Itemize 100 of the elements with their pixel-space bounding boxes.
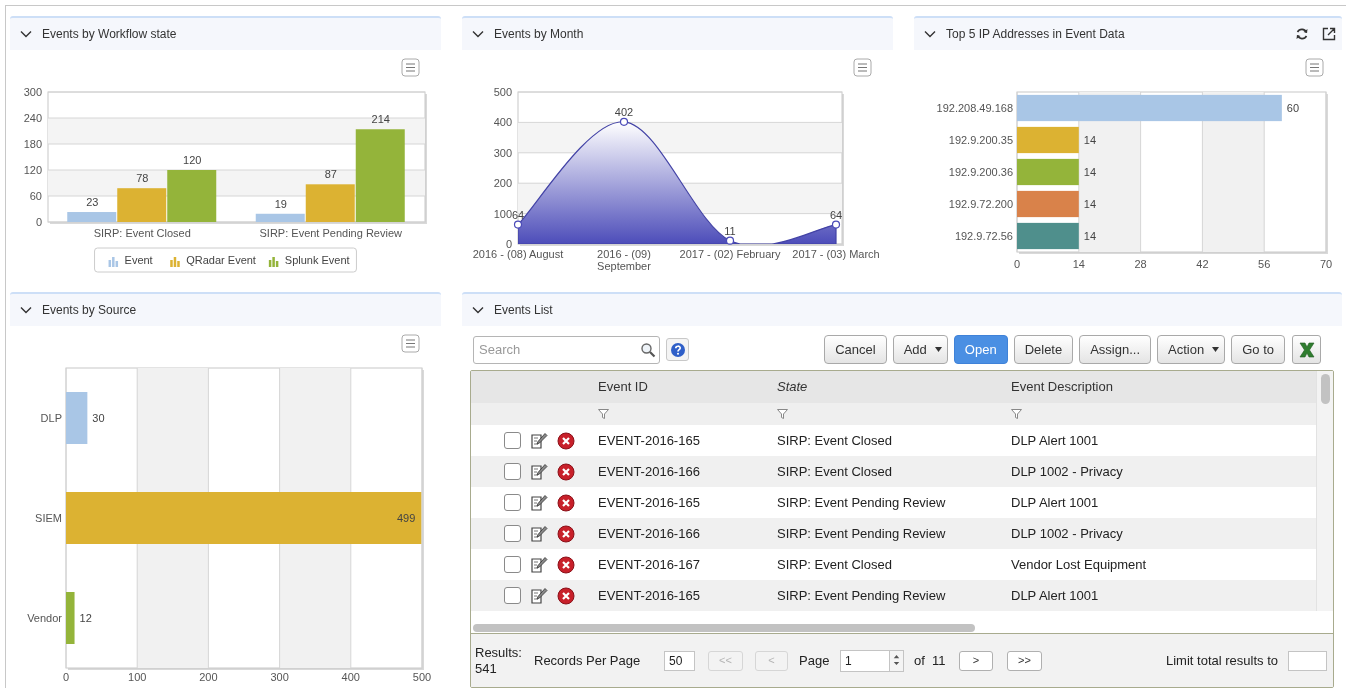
checkbox[interactable] xyxy=(504,587,521,604)
table-cell-text: DLP Alert 1001 xyxy=(1011,431,1099,450)
help-button[interactable] xyxy=(666,338,689,361)
axis-label: 100 xyxy=(128,671,147,683)
data-label: 214 xyxy=(371,113,390,126)
axis-label: Vendor xyxy=(27,612,62,624)
axis-label: 192.9.72.56 xyxy=(954,230,1013,242)
delete-icon[interactable] xyxy=(557,555,575,574)
page-field[interactable]: 1 xyxy=(840,649,890,672)
export-button[interactable] xyxy=(1292,335,1321,364)
limit-field[interactable] xyxy=(1288,650,1327,671)
button[interactable]: Go to xyxy=(1231,335,1285,364)
data-label: 499 xyxy=(396,512,416,524)
caret-icon xyxy=(1212,347,1220,352)
legend-label: Splunk Event xyxy=(284,254,350,266)
legend-label: QRadar Event xyxy=(186,254,256,266)
delete-icon[interactable] xyxy=(557,462,575,481)
chevron-down-icon[interactable] xyxy=(20,306,32,314)
checkbox[interactable] xyxy=(504,556,521,573)
axis-label: 60 xyxy=(29,190,42,202)
table-cell-text: EVENT-2016-165 xyxy=(598,493,700,512)
edit-icon[interactable] xyxy=(530,493,548,512)
button[interactable]: Cancel xyxy=(824,335,887,364)
checkbox[interactable] xyxy=(504,494,521,511)
menu-button[interactable] xyxy=(1305,58,1324,77)
data-label: 78 xyxy=(136,172,149,185)
axis-label: 2016 - (09) September xyxy=(597,248,651,272)
checkbox[interactable] xyxy=(504,525,521,542)
table-cell-text: EVENT-2016-166 xyxy=(598,524,700,543)
menu-button[interactable] xyxy=(853,58,872,77)
panel-title: Events List xyxy=(494,302,553,319)
panel-title: Events by Workflow state xyxy=(42,26,177,43)
edit-icon[interactable] xyxy=(530,524,548,543)
axis-label: 200 xyxy=(493,177,512,190)
chevron-down-icon[interactable] xyxy=(472,306,484,314)
delete-icon[interactable] xyxy=(557,524,575,543)
axis-label: 28 xyxy=(1134,258,1147,270)
axis-label: 400 xyxy=(341,671,360,683)
axis-label: 200 xyxy=(199,671,218,683)
data-label: 87 xyxy=(324,168,337,181)
axis-label: 300 xyxy=(493,146,512,159)
filter-icon[interactable] xyxy=(1011,409,1022,419)
edit-icon[interactable] xyxy=(530,586,548,605)
checkbox[interactable] xyxy=(504,463,521,480)
button[interactable]: Assign... xyxy=(1079,335,1152,364)
records-label: Records Per Page xyxy=(534,651,642,670)
axis-label: 14 xyxy=(1072,258,1085,270)
menu-button[interactable] xyxy=(401,58,420,77)
checkbox[interactable] xyxy=(504,432,521,449)
data-label: 19 xyxy=(274,197,287,210)
pager-button[interactable]: > xyxy=(959,650,993,671)
refresh-icon[interactable] xyxy=(1295,27,1309,41)
menu-button[interactable] xyxy=(401,334,420,353)
search-field[interactable]: Search xyxy=(473,335,660,364)
data-label: 14 xyxy=(1083,198,1097,210)
dropdown-button[interactable]: Action xyxy=(1157,335,1226,364)
search-icon[interactable] xyxy=(640,341,656,358)
chevron-down-icon[interactable] xyxy=(20,30,32,38)
bar xyxy=(1017,190,1079,218)
table-cell-text: EVENT-2016-165 xyxy=(598,431,700,450)
results-count: 541 xyxy=(475,660,498,677)
axis-label: 300 xyxy=(23,86,42,98)
column-header[interactable]: Event Description xyxy=(1011,377,1113,397)
table-cell-text: SIRP: Event Pending Review xyxy=(777,493,946,512)
vertical-scrollbar[interactable] xyxy=(1320,374,1330,404)
pager-button[interactable]: >> xyxy=(1007,650,1042,671)
filter-icon[interactable] xyxy=(777,409,788,419)
table-cell-text: DLP 1002 - Privacy xyxy=(1011,462,1123,481)
dropdown-button[interactable]: Add xyxy=(892,335,948,364)
edit-icon[interactable] xyxy=(530,462,548,481)
delete-icon[interactable] xyxy=(557,493,575,512)
filter-icon[interactable] xyxy=(598,409,609,419)
button[interactable]: Delete xyxy=(1013,335,1074,364)
panel-title: Top 5 IP Addresses in Event Data xyxy=(946,26,1125,43)
axis-label: 70 xyxy=(1319,258,1333,270)
data-label: 60 xyxy=(1286,102,1300,114)
delete-icon[interactable] xyxy=(557,431,575,450)
external-link-icon[interactable] xyxy=(1322,27,1336,41)
delete-icon[interactable] xyxy=(557,586,575,605)
axis-label: 120 xyxy=(23,164,42,176)
edit-icon[interactable] xyxy=(530,555,548,574)
column-header[interactable]: Event ID xyxy=(598,377,648,397)
edit-icon[interactable] xyxy=(530,431,548,450)
table-cell-text: Vendor Lost Equipment xyxy=(1011,555,1147,574)
table-cell-text: DLP 1002 - Privacy xyxy=(1011,524,1123,543)
results-label: Results: xyxy=(475,644,523,661)
axis-label: 192.9.200.35 xyxy=(948,134,1013,146)
chevron-down-icon[interactable] xyxy=(924,30,936,38)
bar xyxy=(66,592,75,644)
records-field[interactable]: 50 xyxy=(664,650,695,671)
chevron-down-icon[interactable] xyxy=(472,30,484,38)
axis-label: 300 xyxy=(270,671,289,683)
bar xyxy=(1017,126,1079,154)
spinner-icon[interactable] xyxy=(890,649,904,672)
table-cell-text: SIRP: Event Closed xyxy=(777,555,892,574)
axis-label: 240 xyxy=(23,112,42,124)
bar xyxy=(1017,158,1079,186)
horizontal-scrollbar[interactable] xyxy=(473,624,975,632)
table-cell-text: DLP Alert 1001 xyxy=(1011,586,1099,605)
column-header[interactable]: State xyxy=(777,377,808,397)
